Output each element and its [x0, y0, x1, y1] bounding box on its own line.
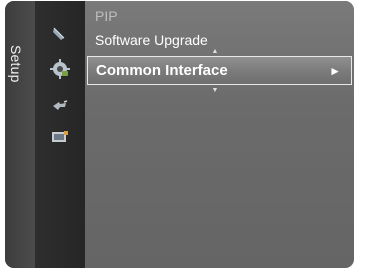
- setup-tab-label: Setup: [8, 45, 24, 83]
- support-icon[interactable]: [51, 129, 69, 145]
- scroll-up-icon: ▲: [211, 48, 219, 55]
- setup-menu-list: PIP Software Upgrade ▲ Common Interface …: [85, 1, 354, 268]
- setup-gear-icon[interactable]: [50, 59, 70, 79]
- arrow-right-icon: ►: [329, 64, 341, 78]
- setup-menu-panel: Setup PIP Software Upgrade ▲ Common Inte…: [5, 1, 354, 268]
- category-icon-column: [35, 1, 85, 268]
- menu-item-common-interface[interactable]: Common Interface ►: [87, 56, 352, 85]
- menu-item-software-upgrade[interactable]: Software Upgrade: [95, 32, 208, 48]
- setup-side-tab: Setup: [5, 1, 35, 268]
- scroll-down-icon: ▼: [211, 87, 219, 94]
- picture-icon[interactable]: [51, 26, 69, 42]
- menu-item-pip[interactable]: PIP: [95, 8, 118, 24]
- selected-item-label: Common Interface: [96, 62, 228, 79]
- input-icon[interactable]: [51, 98, 69, 114]
